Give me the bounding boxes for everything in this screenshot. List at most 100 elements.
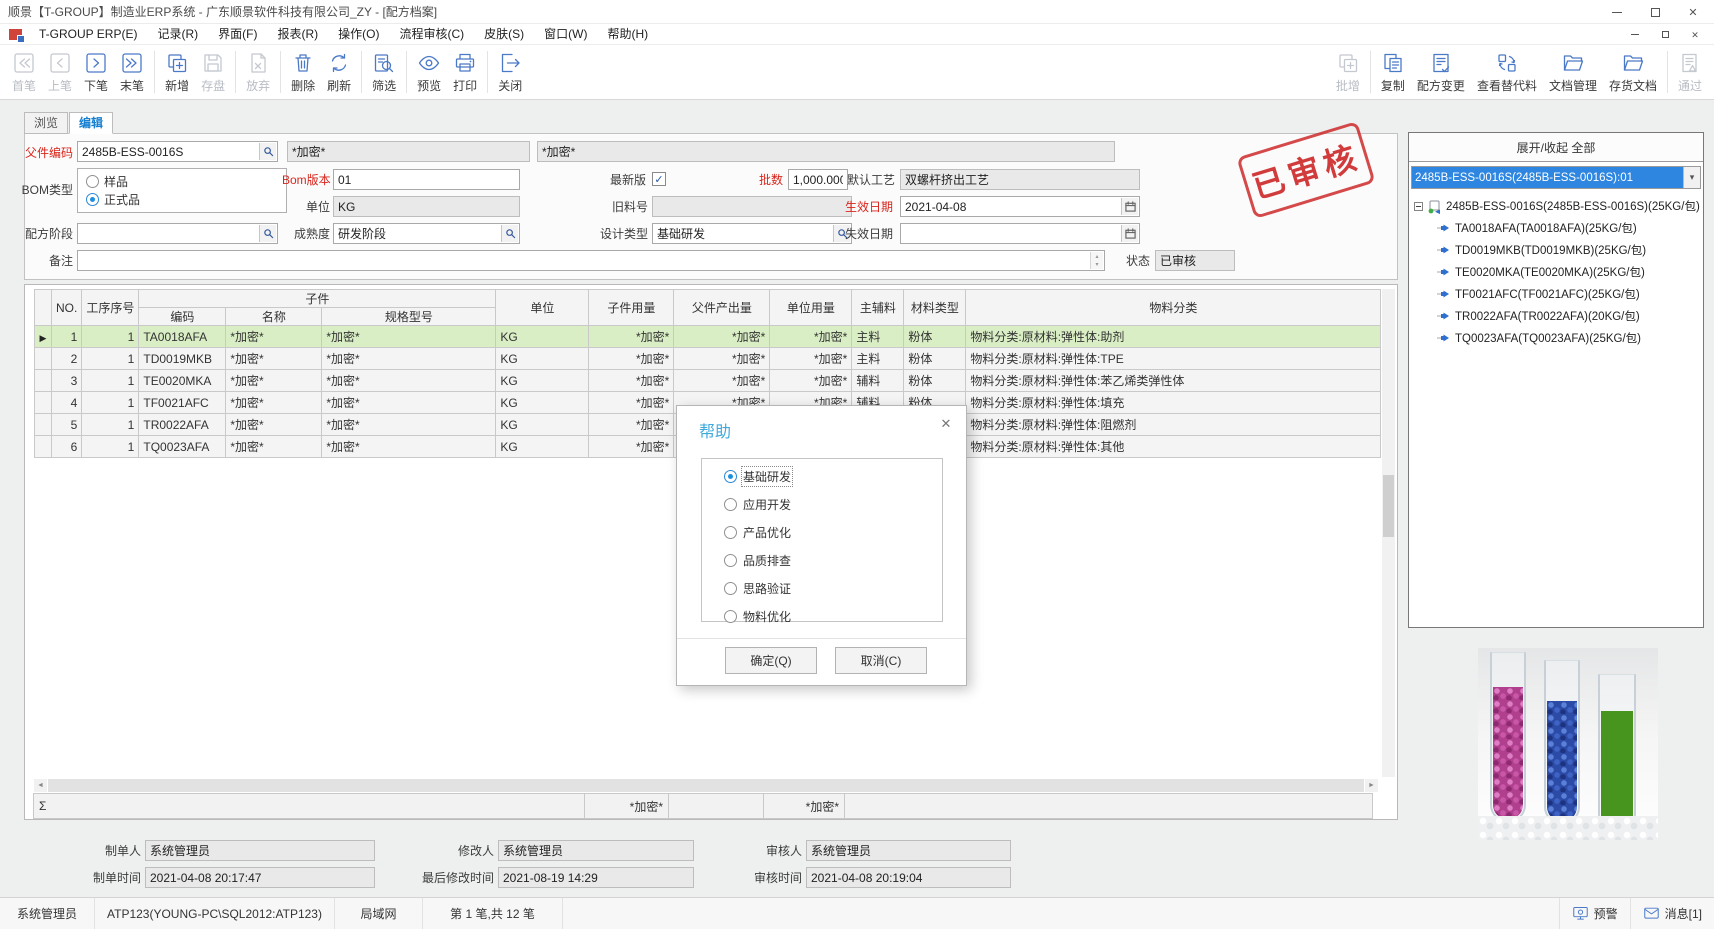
remark-spinner[interactable] bbox=[1090, 252, 1103, 269]
last-record-icon bbox=[120, 51, 144, 75]
bom-type-formal-option[interactable]: 正式品 bbox=[86, 191, 278, 208]
parent-spec-encrypted-field: *加密* bbox=[537, 141, 1115, 162]
radio-icon bbox=[724, 498, 737, 511]
maturity-lookup-button[interactable] bbox=[501, 225, 518, 242]
mdi-close-button[interactable] bbox=[1684, 26, 1706, 42]
tree-node[interactable]: TA0018AFA(TA0018AFA)(25KG/包) bbox=[1411, 217, 1701, 239]
formula-stage-field[interactable] bbox=[77, 223, 278, 244]
parent-code-lookup-button[interactable] bbox=[259, 143, 276, 160]
radio-option-quality-check[interactable]: 品质排查 bbox=[724, 552, 942, 569]
menu-item-window[interactable]: 窗口(W) bbox=[534, 24, 597, 45]
maturity-field[interactable]: 研发阶段 bbox=[333, 223, 520, 244]
bom-type-sample-option[interactable]: 样品 bbox=[86, 173, 278, 190]
ok-button[interactable]: 确定(Q) bbox=[725, 647, 817, 674]
table-row[interactable]: 1 1 TA0018AFA *加密* *加密* KG *加密* *加密* *加密… bbox=[35, 326, 1381, 348]
radio-icon bbox=[724, 526, 737, 539]
menu-item-erp[interactable]: T-GROUP ERP(E) bbox=[29, 24, 147, 45]
parent-code-field[interactable]: 2485B-ESS-0016S bbox=[77, 141, 278, 162]
tab-browse[interactable]: 浏览 bbox=[24, 112, 68, 134]
scrollbar-thumb[interactable] bbox=[47, 779, 1365, 792]
toolbar-print-button[interactable]: 打印 bbox=[447, 49, 483, 96]
toolbar-view-substitutes-button[interactable]: 查看替代料 bbox=[1471, 49, 1543, 96]
horizontal-scrollbar[interactable] bbox=[34, 779, 1378, 792]
minimize-button[interactable] bbox=[1598, 0, 1636, 24]
formula-stage-lookup-button[interactable] bbox=[259, 225, 276, 242]
menu-item-record[interactable]: 记录(R) bbox=[147, 24, 208, 45]
toolbar-discard-button[interactable]: 放弃 bbox=[240, 49, 276, 96]
vertical-scrollbar[interactable] bbox=[1382, 289, 1395, 777]
radio-option-app-dev[interactable]: 应用开发 bbox=[724, 496, 942, 513]
tree-node[interactable]: TQ0023AFA(TQ0023AFA)(25KG/包) bbox=[1411, 327, 1701, 349]
remark-field[interactable] bbox=[77, 250, 1105, 271]
minimize-icon bbox=[1612, 12, 1622, 13]
radio-icon bbox=[86, 175, 99, 188]
status-connection: ATP123(YOUNG-PC\SQL2012:ATP123) bbox=[95, 898, 335, 929]
toolbar-refresh-button[interactable]: 刷新 bbox=[321, 49, 357, 96]
substitute-swap-icon bbox=[1495, 51, 1519, 75]
alert-status-button[interactable]: 预警 bbox=[1559, 898, 1630, 929]
toolbar-last-button[interactable]: 末笔 bbox=[114, 49, 150, 96]
expire-date-calendar-button[interactable] bbox=[1121, 225, 1138, 242]
toolbar-formula-change-button[interactable]: 配方变更 bbox=[1411, 49, 1471, 96]
scroll-right-icon[interactable] bbox=[1365, 779, 1378, 792]
menu-item-operation[interactable]: 操作(O) bbox=[328, 24, 389, 45]
scroll-left-icon[interactable] bbox=[34, 779, 47, 792]
close-button[interactable] bbox=[1674, 0, 1712, 24]
calendar-icon bbox=[1125, 228, 1136, 239]
toolbar-inventory-docs-button[interactable]: 存货文档 bbox=[1603, 49, 1663, 96]
restore-icon bbox=[1662, 31, 1669, 38]
chevron-down-icon[interactable] bbox=[1683, 167, 1700, 188]
radio-option-material-opt[interactable]: 物料优化 bbox=[724, 608, 942, 625]
mdi-minimize-button[interactable] bbox=[1624, 26, 1646, 42]
menu-item-report[interactable]: 报表(R) bbox=[267, 24, 328, 45]
close-icon bbox=[1688, 5, 1697, 19]
dialog-close-button[interactable]: ✕ bbox=[938, 416, 954, 432]
collapse-minus-icon[interactable] bbox=[1414, 202, 1423, 211]
toolbar-save-button[interactable]: 存盘 bbox=[195, 49, 231, 96]
effective-date-field[interactable]: 2021-04-08 bbox=[900, 196, 1140, 217]
toolbar-next-button[interactable]: 下笔 bbox=[78, 49, 114, 96]
toolbar-first-button[interactable]: 首笔 bbox=[6, 49, 42, 96]
toolbar-close-button[interactable]: 关闭 bbox=[492, 49, 528, 96]
bom-version-field[interactable]: 01 bbox=[333, 169, 520, 190]
toolbar-preview-button[interactable]: 预览 bbox=[411, 49, 447, 96]
effective-date-calendar-button[interactable] bbox=[1121, 198, 1138, 215]
tab-edit[interactable]: 编辑 bbox=[69, 112, 113, 134]
bom-version-combobox[interactable]: 2485B-ESS-0016S(2485B-ESS-0016S):01 bbox=[1411, 166, 1701, 189]
tree-node[interactable]: TE0020MKA(TE0020MKA)(25KG/包) bbox=[1411, 261, 1701, 283]
toolbar-batch-add-button[interactable]: 批增 bbox=[1330, 49, 1366, 96]
table-row[interactable]: 2 1 TD0019MKB *加密* *加密* KG *加密* *加密* *加密… bbox=[35, 348, 1381, 370]
toolbar-copy-button[interactable]: 复制 bbox=[1375, 49, 1411, 96]
menu-item-flow-audit[interactable]: 流程审核(C) bbox=[389, 24, 474, 45]
tree-node[interactable]: TR0022AFA(TR0022AFA)(20KG/包) bbox=[1411, 305, 1701, 327]
expire-date-field[interactable] bbox=[900, 223, 1140, 244]
toolbar-delete-button[interactable]: 删除 bbox=[285, 49, 321, 96]
maximize-button[interactable] bbox=[1636, 0, 1674, 24]
toolbar-approve-button[interactable]: 通过 bbox=[1672, 49, 1708, 96]
menu-item-interface[interactable]: 界面(F) bbox=[208, 24, 267, 45]
radio-option-product-opt[interactable]: 产品优化 bbox=[724, 524, 942, 541]
cancel-button[interactable]: 取消(C) bbox=[835, 647, 927, 674]
tree-node[interactable]: TD0019MKB(TD0019MKB)(25KG/包) bbox=[1411, 239, 1701, 261]
radio-option-basic-rd[interactable]: 基础研发 bbox=[724, 468, 942, 485]
radio-option-idea-verify[interactable]: 思路验证 bbox=[724, 580, 942, 597]
design-type-field[interactable]: 基础研发 bbox=[652, 223, 852, 244]
toolbar-filter-button[interactable]: 筛选 bbox=[366, 49, 402, 96]
menu-item-help[interactable]: 帮助(H) bbox=[597, 24, 658, 45]
table-row[interactable]: 3 1 TE0020MKA *加密* *加密* KG *加密* *加密* *加密… bbox=[35, 370, 1381, 392]
menu-item-skin[interactable]: 皮肤(S) bbox=[474, 24, 534, 45]
latest-version-checkbox[interactable] bbox=[652, 172, 666, 186]
batch-field[interactable]: 1,000.000 bbox=[788, 169, 848, 190]
toolbar-prev-button[interactable]: 上笔 bbox=[42, 49, 78, 96]
batch-label: 批数 bbox=[751, 172, 783, 189]
toolbar-doc-management-button[interactable]: 文档管理 bbox=[1543, 49, 1603, 96]
scrollbar-thumb[interactable] bbox=[1383, 475, 1394, 537]
modify-time-label: 最后修改时间 bbox=[410, 870, 494, 887]
expire-date-label: 失效日期 bbox=[845, 226, 893, 243]
tree-root-node[interactable]: 2485B-ESS-0016S(2485B-ESS-0016S)(25KG/包) bbox=[1411, 195, 1701, 217]
expand-collapse-all-button[interactable]: 展开/收起 全部 bbox=[1409, 133, 1703, 162]
mdi-restore-button[interactable] bbox=[1654, 26, 1676, 42]
messages-status-button[interactable]: 消息[1] bbox=[1630, 898, 1714, 929]
toolbar-add-button[interactable]: 新增 bbox=[159, 49, 195, 96]
tree-node[interactable]: TF0021AFC(TF0021AFC)(25KG/包) bbox=[1411, 283, 1701, 305]
